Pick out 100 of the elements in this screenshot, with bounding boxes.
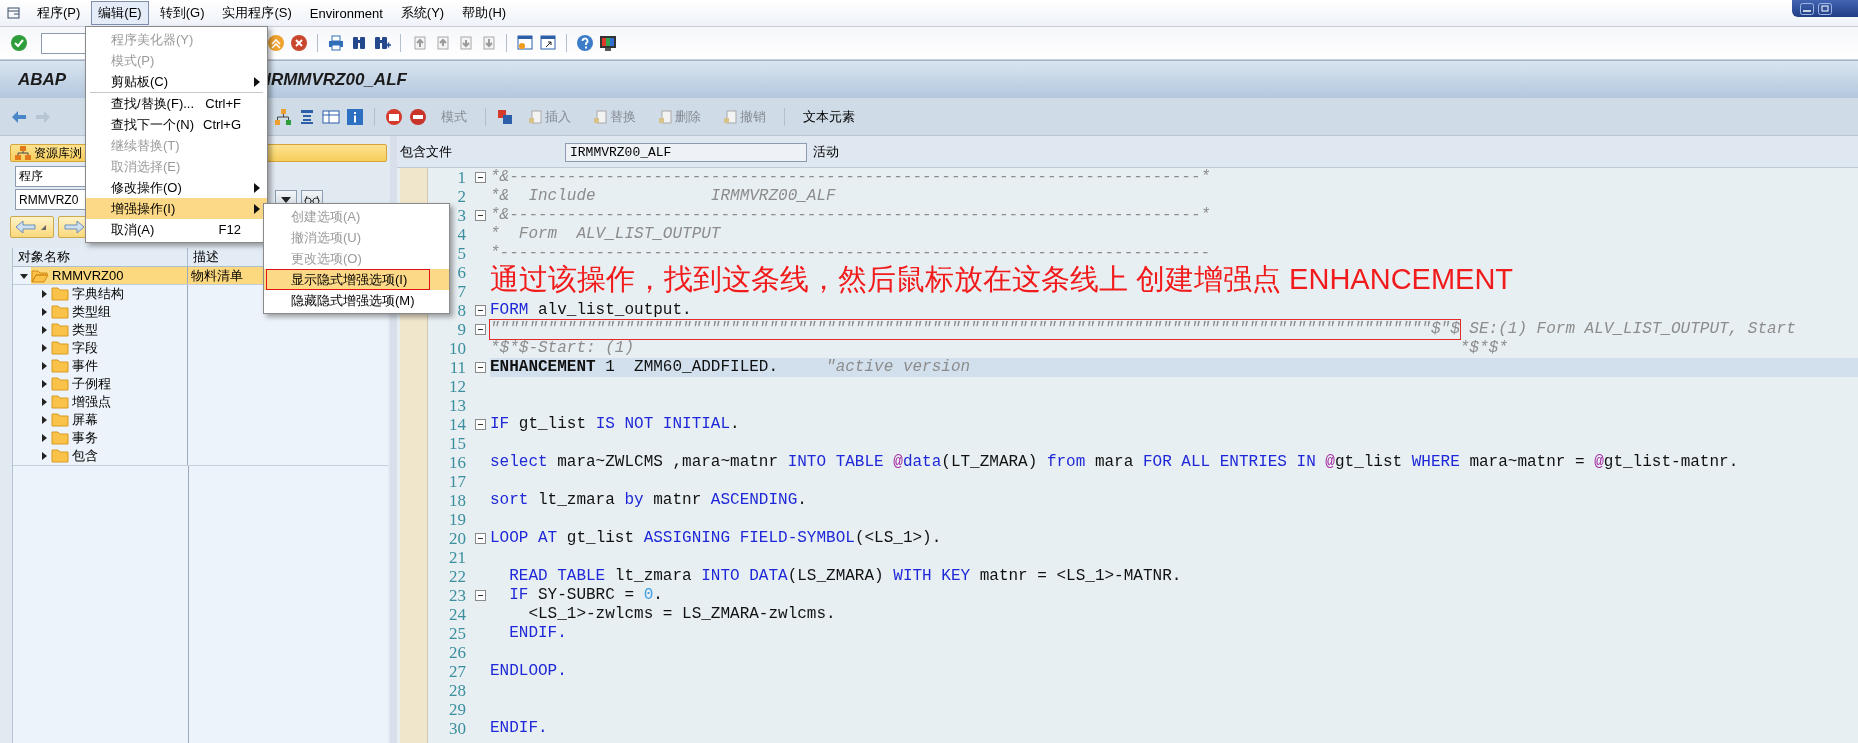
caret-icon[interactable] <box>40 380 48 388</box>
tree-item-label: 事务 <box>72 429 98 447</box>
monitor-icon[interactable] <box>599 34 617 52</box>
menu-bar-item[interactable]: Environment <box>302 2 390 24</box>
collapse-icon[interactable] <box>474 210 486 221</box>
menu-item[interactable]: 取消(A) F12 <box>86 219 267 240</box>
line-number: 29 <box>448 699 467 720</box>
menu-item[interactable]: 剪贴板(C) <box>86 71 267 92</box>
tree-item-label: RMMVRZ00 <box>52 268 124 283</box>
collapse-icon[interactable] <box>474 590 486 601</box>
caret-icon <box>41 224 46 230</box>
menu-item[interactable]: 查找下一个(N) Ctrl+G <box>86 114 267 135</box>
printer-icon[interactable] <box>327 34 345 52</box>
restore-icon[interactable] <box>1818 2 1832 15</box>
window-title: IRMMVRZ00_ALF <box>266 69 407 90</box>
line-number: 12 <box>448 376 467 397</box>
line-number: 5 <box>456 243 467 264</box>
caret-icon[interactable] <box>40 452 48 460</box>
code-line: IF gt_list IS NOT INITIAL. <box>490 415 740 434</box>
collapse-icon[interactable] <box>474 324 486 335</box>
forward-icon <box>63 220 85 234</box>
collapse-icon[interactable] <box>474 419 486 430</box>
tree-item-label: 字段 <box>72 339 98 357</box>
table-icon[interactable] <box>322 107 340 126</box>
caret-icon[interactable] <box>20 271 28 280</box>
code-line: FORM alv_list_output. <box>490 301 692 320</box>
glasses-icon <box>304 194 320 205</box>
line-number: 13 <box>448 395 467 416</box>
hierarchy-icon[interactable] <box>274 107 292 126</box>
list-icon[interactable] <box>298 107 316 126</box>
caret-icon[interactable] <box>40 326 48 334</box>
caret-icon[interactable] <box>40 308 48 316</box>
new-window-icon[interactable] <box>516 34 534 52</box>
menu-bar-item[interactable]: 转到(G) <box>152 1 212 25</box>
tree-item-label: 子例程 <box>72 375 111 393</box>
double-chevron-icon[interactable] <box>267 34 285 52</box>
code-line: IF SY-SUBRC = 0. <box>508 586 663 605</box>
code-line: select mara~ZWLCMS ,mara~matnr INTO TABLE @data(LT_ZMARA) from mara FOR ALL ENTRIES IN @gt_list WHERE mara~matnr = @gt_list-matnr. <box>490 453 1739 472</box>
menu-bar-item[interactable]: 实用程序(S) <box>215 1 299 25</box>
tree-item-label: 屏幕 <box>72 411 98 429</box>
caret-icon[interactable] <box>40 398 48 406</box>
line-number: 24 <box>448 604 467 625</box>
menu-bar-item[interactable]: 程序(P) <box>30 1 88 25</box>
line-number: 4 <box>456 224 467 245</box>
menu-bar-item[interactable]: 系统(Y) <box>393 1 452 25</box>
submenu-arrow-icon <box>254 183 260 193</box>
line-number: 3 <box>456 205 467 226</box>
cancel-icon[interactable] <box>290 34 308 52</box>
tree-item-label: 增强点 <box>72 393 111 411</box>
check-icon[interactable] <box>10 34 28 52</box>
menu-item[interactable]: 增强操作(I) <box>86 198 267 219</box>
folder-icon <box>51 413 69 427</box>
menu-item[interactable]: 隐藏隐式增强选项(M) <box>264 290 449 311</box>
code-line: ENDIF. <box>490 719 548 738</box>
collapse-icon[interactable] <box>474 172 486 183</box>
folder-icon <box>51 359 69 373</box>
minimize-icon[interactable] <box>1800 2 1814 15</box>
folder-icon <box>51 323 69 337</box>
caret-icon[interactable] <box>40 416 48 424</box>
include-field[interactable]: IRMMVRZ00_ALF <box>565 142 807 162</box>
menu-item[interactable]: 查找/替换(F)... Ctrl+F <box>86 93 267 114</box>
menu-bar-item[interactable]: 帮助(H) <box>455 1 514 25</box>
menu-icon[interactable] <box>6 5 22 21</box>
caret-icon[interactable] <box>40 434 48 442</box>
line-number: 6 <box>456 262 467 283</box>
status-label: 活动 <box>813 143 839 161</box>
line-number: 26 <box>448 642 467 663</box>
caret-icon[interactable] <box>40 362 48 370</box>
line-number: 27 <box>448 661 467 682</box>
caret-icon[interactable] <box>40 344 48 352</box>
toolbar-button[interactable]: 文本元素 <box>795 104 863 129</box>
page-icon <box>593 109 607 124</box>
stop-icon[interactable] <box>409 107 427 126</box>
code-line: LOOP AT gt_list ASSIGNING FIELD-SYMBOL(<LS_1>). <box>490 529 942 548</box>
line-number: 2 <box>456 186 467 207</box>
folder-icon <box>51 449 69 463</box>
collapse-icon[interactable] <box>474 362 486 373</box>
tree-item-label: 事件 <box>72 357 98 375</box>
line-number: 11 <box>448 357 467 378</box>
window-title: ABAP <box>18 69 67 90</box>
page-icon <box>723 109 737 124</box>
back-icon <box>15 220 37 234</box>
menu-bar-item[interactable]: 编辑(E) <box>91 1 149 25</box>
tree-item-label: 包含 <box>72 447 98 465</box>
folder-icon <box>51 305 69 319</box>
menu-item[interactable]: 显示隐式增强选项(I) <box>264 269 449 290</box>
collapse-icon[interactable] <box>474 305 486 316</box>
line-number: 18 <box>448 490 467 511</box>
help-icon[interactable] <box>576 34 594 52</box>
code-line: READ TABLE lt_zmara INTO DATA(LS_ZMARA) WITH KEY matnr = <LS_1>-MATNR. <box>508 567 1182 586</box>
panel-title: 资源库浏 <box>34 144 82 162</box>
collapse-icon[interactable] <box>474 533 486 544</box>
field-label: 包含文件 <box>399 143 453 161</box>
menu-item[interactable]: 修改操作(O) <box>86 177 267 198</box>
caret-icon[interactable] <box>40 290 48 298</box>
line-number: 20 <box>448 528 467 549</box>
line-number: 16 <box>448 452 467 473</box>
line-number: 8 <box>456 300 467 321</box>
code-line: ENDLOOP. <box>490 662 567 681</box>
info-icon[interactable] <box>346 107 364 126</box>
